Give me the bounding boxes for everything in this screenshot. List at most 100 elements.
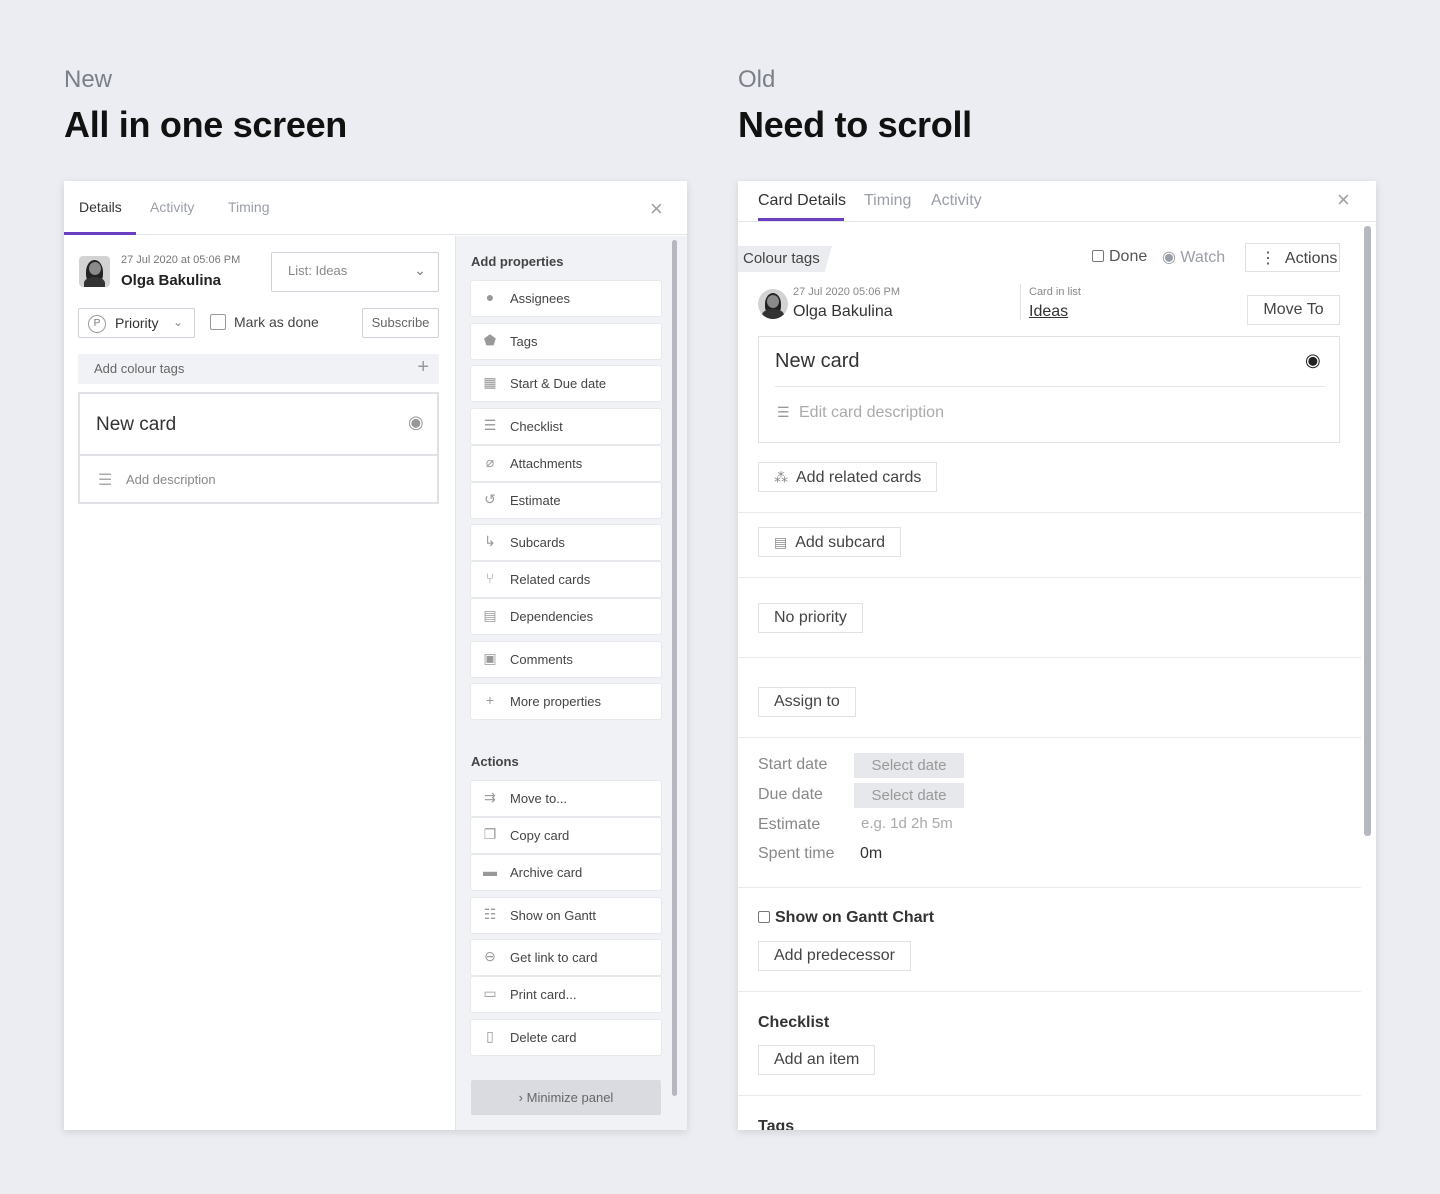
property-label: Estimate [510,493,561,508]
action-label: Move to... [510,791,568,806]
priority-icon: P [88,315,106,333]
more-vertical-icon: ⋮ [1260,250,1276,267]
gantt-icon: ☷ [483,906,497,922]
divider [80,454,437,456]
tab-activity[interactable]: Activity [150,199,194,215]
tab-timing[interactable]: Timing [228,199,270,215]
list-select[interactable]: List: Ideas ⌄ [271,252,439,292]
show-on-gantt-checkbox[interactable]: Show on Gantt Chart [758,909,934,927]
action-get-link-to-card-button[interactable]: ⊖ Get link to card [471,940,661,975]
tab-timing[interactable]: Timing [864,192,911,210]
divider [1020,284,1021,320]
action-label: Copy card [510,828,570,843]
watch-button[interactable]: ◉ Watch [1162,247,1225,267]
property-label: Checklist [510,419,563,434]
due-date-label: Due date [758,786,823,803]
scrollbar[interactable] [1364,226,1371,836]
caption-new-kicker: New [64,66,113,93]
due-date-picker[interactable]: Select date [854,783,964,808]
assign-to-button[interactable]: Assign to [758,687,856,717]
show-on-gantt-label: Show on Gantt Chart [775,909,935,926]
subscribe-button[interactable]: Subscribe [362,308,439,338]
list-select-value: List: Ideas [288,263,348,278]
tab-card-details[interactable]: Card Details [758,192,846,210]
close-icon[interactable]: × [650,196,663,222]
property-label: Attachments [510,456,583,471]
action-print-card-button[interactable]: ▭ Print card... [471,977,661,1012]
active-tab-indicator [64,232,136,235]
priority-label: Priority [115,315,159,331]
action-label: Get link to card [510,950,598,965]
estimate-input[interactable]: e.g. 1d 2h 5m [861,815,953,832]
chevron-down-icon: ⌄ [414,262,426,278]
description-icon: ☰ [777,404,790,420]
mark-as-done-label: Mark as done [234,314,319,330]
property-assignees-button[interactable]: ● Assignees [471,281,661,316]
palette-icon[interactable]: ◉ [408,412,424,433]
add-description-field[interactable]: Add description [126,472,216,487]
property-subcards-button[interactable]: ↳ Subcards [471,525,661,560]
plus-icon[interactable]: + [417,356,429,379]
spent-time-value: 0m [860,845,883,862]
checklist-title: Checklist [758,1014,830,1031]
new-tab-bar: Details Activity Timing × [64,181,687,235]
no-priority-button[interactable]: No priority [758,603,863,633]
property-start-due-date-button[interactable]: ▦ Start & Due date [471,366,661,401]
action-show-on-gantt-button[interactable]: ☷ Show on Gantt [471,898,661,933]
action-archive-card-button[interactable]: ▬ Archive card [471,855,661,890]
actions-button[interactable]: ⋮ Actions [1245,243,1340,272]
property-estimate-button[interactable]: ↺ Estimate [471,483,661,518]
tab-activity[interactable]: Activity [931,192,982,210]
edit-description-field[interactable]: Edit card description [799,404,944,422]
card-title[interactable]: New card [775,350,859,373]
property-related-cards-button[interactable]: ⑂ Related cards [471,562,661,597]
priority-dropdown[interactable]: P Priority ⌄ [78,308,195,338]
archive-icon: ▬ [483,863,497,879]
tab-details[interactable]: Details [79,199,122,215]
person-icon: ● [485,289,495,305]
action-label: Print card... [510,987,577,1002]
property-label: Assignees [510,291,570,306]
trash-icon: ▯ [486,1028,494,1044]
close-icon[interactable]: × [1337,187,1350,213]
print-icon: ▭ [483,985,497,1001]
chevron-down-icon: ⌄ [173,315,184,329]
eye-icon: ◉ [1162,249,1176,266]
scrollbar[interactable] [672,240,677,1096]
done-checkbox[interactable]: Done [1092,248,1147,266]
card-in-list-link[interactable]: Ideas [1029,303,1068,321]
add-subcard-label: Add subcard [795,534,886,551]
property-attachments-button[interactable]: ⌀ Attachments [471,446,661,481]
property-more-properties-button[interactable]: + More properties [471,684,661,719]
colour-tags-label[interactable]: Colour tags [738,246,832,272]
add-subcard-button[interactable]: ▤ Add subcard [758,527,902,557]
action-move-to-button[interactable]: ⇉ Move to... [471,781,661,816]
minimize-panel-button[interactable]: › Minimize panel [471,1080,661,1115]
property-dependencies-button[interactable]: ▤ Dependencies [471,599,661,634]
dependencies-icon: ▤ [483,607,497,623]
mark-as-done-checkbox[interactable]: Mark as done [210,314,319,330]
avatar [79,256,110,287]
card-title[interactable]: New card [96,414,176,436]
divider [738,512,1361,513]
palette-icon[interactable]: ◉ [1305,350,1321,371]
property-comments-button[interactable]: ▣ Comments [471,642,661,677]
add-related-cards-button[interactable]: ⁂ Add related cards [758,462,938,492]
property-tags-button[interactable]: ⬟ Tags [471,324,661,359]
add-item-button[interactable]: Add an item [758,1045,876,1075]
checkbox-icon [1092,250,1104,262]
add-colour-tags-bar[interactable]: Add colour tags + [78,354,439,384]
add-predecessor-button[interactable]: Add predecessor [758,941,911,971]
property-label: Comments [510,652,573,667]
action-delete-card-button[interactable]: ▯ Delete card [471,1020,661,1055]
move-to-button[interactable]: Move To [1247,295,1340,325]
action-copy-card-button[interactable]: ❐ Copy card [471,818,661,853]
copy-icon: ❐ [483,826,497,842]
start-date-label: Start date [758,756,828,773]
divider [738,991,1361,992]
property-checklist-button[interactable]: ☰ Checklist [471,409,661,444]
author-name: Olga Bakulina [793,303,893,320]
caption-old-kicker: Old [738,66,776,93]
checklist-icon: ☰ [483,417,497,433]
start-date-picker[interactable]: Select date [854,753,964,778]
